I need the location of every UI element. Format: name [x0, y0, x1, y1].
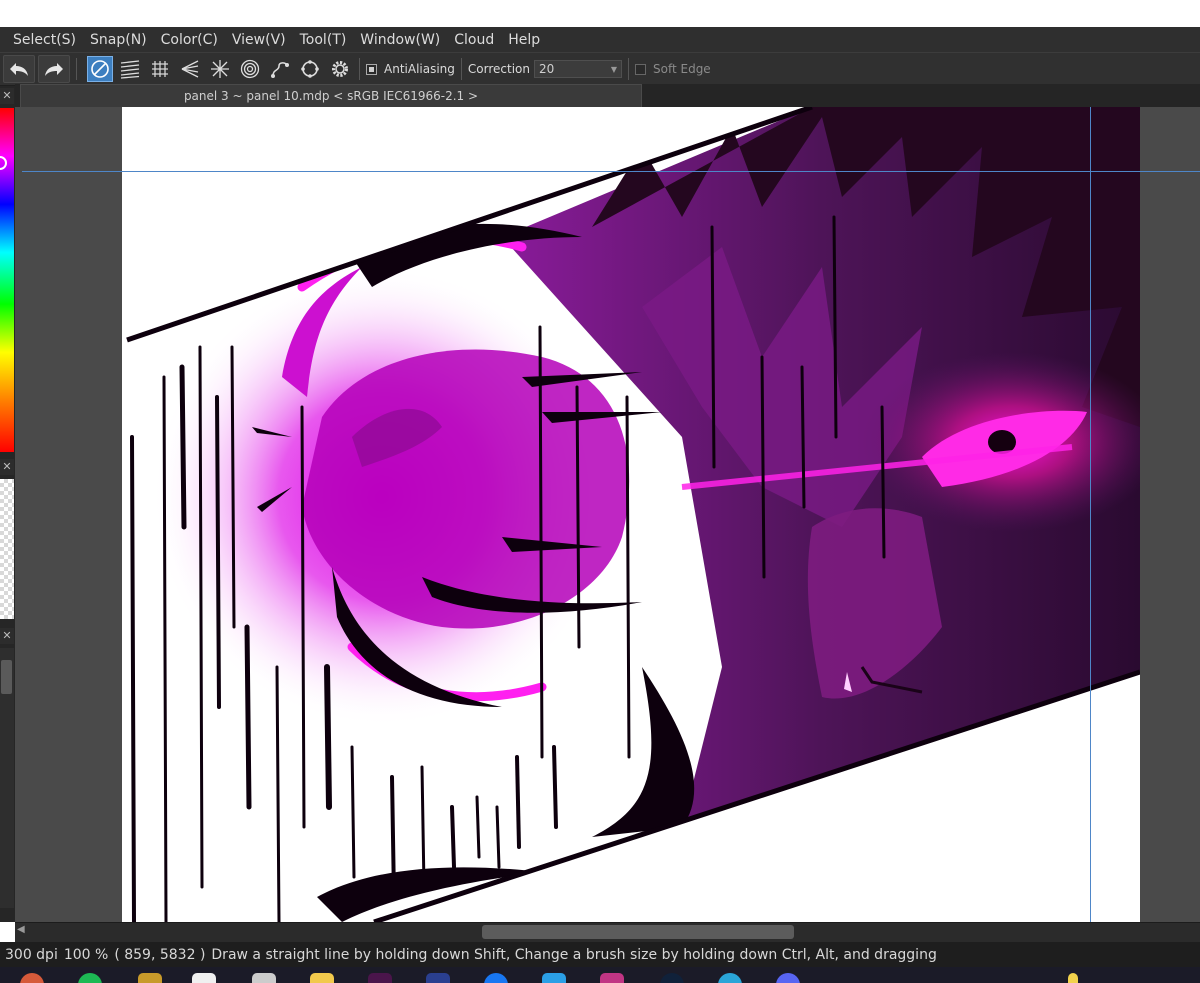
scroll-left-icon[interactable]: ◀ — [17, 924, 25, 935]
circle-button[interactable] — [297, 56, 323, 82]
music-app-icon[interactable] — [78, 973, 102, 983]
toolbar-divider — [76, 58, 77, 80]
radial-lines-button[interactable] — [207, 56, 233, 82]
status-bar: 300 dpi 100 % ( 859, 5832 ) Draw a strai… — [0, 942, 1200, 967]
close-icon[interactable]: ✕ — [0, 459, 14, 475]
settings-icon — [332, 61, 348, 77]
panel-scroll-thumb[interactable] — [1, 660, 12, 694]
vanishing-point-button[interactable] — [177, 56, 203, 82]
layer-thumbnail[interactable] — [0, 479, 14, 619]
menu-help[interactable]: Help — [501, 32, 547, 48]
drawing-canvas[interactable] — [122, 107, 1140, 922]
close-icon[interactable]: ✕ — [0, 88, 14, 104]
undo-icon — [10, 63, 28, 76]
menu-select[interactable]: Select(S) — [0, 32, 83, 48]
notification-icon[interactable] — [1068, 973, 1078, 983]
soft-edge-label: Soft Edge — [653, 62, 711, 76]
toolbar-divider — [359, 58, 360, 80]
vanishing-point-icon — [181, 60, 199, 78]
printer-icon[interactable] — [252, 973, 276, 983]
crosshatch-icon — [152, 61, 168, 77]
close-icon[interactable]: ✕ — [0, 628, 14, 644]
menu-view[interactable]: View(V) — [225, 32, 293, 48]
correction-select[interactable]: 20 ▼ — [534, 60, 622, 78]
concentric-circle-button[interactable] — [237, 56, 263, 82]
menu-window[interactable]: Window(W) — [353, 32, 447, 48]
toolbar-divider — [460, 58, 462, 80]
toolbar-divider — [628, 58, 629, 80]
snap-off-button[interactable] — [87, 56, 113, 82]
horizontal-guide-line[interactable] — [22, 171, 1200, 172]
paint-app-icon[interactable] — [192, 973, 216, 983]
manga-panel-artwork — [126, 107, 1140, 922]
antialiasing-label: AntiAliasing — [384, 62, 455, 76]
crosshatch-button[interactable] — [147, 56, 173, 82]
camera-app-icon[interactable] — [600, 973, 624, 983]
top-margin — [0, 0, 1200, 27]
redo-icon — [45, 63, 63, 76]
editor-icon[interactable] — [426, 973, 450, 983]
curve-button[interactable] — [267, 56, 293, 82]
status-dpi: 300 dpi — [5, 946, 58, 963]
messenger-icon[interactable] — [718, 973, 742, 983]
redo-button[interactable] — [38, 55, 70, 83]
chevron-down-icon: ▼ — [610, 64, 617, 74]
vertical-guide-line[interactable] — [1090, 107, 1091, 922]
folder-icon[interactable] — [310, 973, 334, 983]
chat-app-icon[interactable] — [368, 973, 392, 983]
correction-value: 20 — [539, 62, 555, 76]
menu-color[interactable]: Color(C) — [154, 32, 225, 48]
snap-toolbar: AntiAliasing Correction 20 ▼ Soft Edge — [0, 52, 1200, 86]
status-zoom: 100 % — [63, 946, 109, 963]
parallel-lines-button[interactable] — [117, 56, 143, 82]
horizontal-scroll-thumb[interactable] — [482, 925, 794, 939]
menu-snap[interactable]: Snap(N) — [83, 32, 154, 48]
undo-button[interactable] — [3, 55, 35, 83]
soft-edge-checkbox[interactable] — [635, 63, 646, 75]
discord-icon[interactable] — [776, 973, 800, 983]
document-tab[interactable]: panel 3 ~ panel 10.mdp < sRGB IEC61966-2… — [20, 84, 642, 107]
steam-icon[interactable] — [660, 973, 684, 983]
status-hint: Draw a straight line by holding down Shi… — [211, 946, 937, 963]
social-icon[interactable] — [484, 973, 508, 983]
correction-label: Correction — [467, 62, 530, 76]
concentric-circle-icon — [240, 59, 260, 79]
menu-tool[interactable]: Tool(T) — [293, 32, 354, 48]
os-taskbar — [0, 967, 1200, 983]
circle-icon — [301, 60, 319, 78]
radial-lines-icon — [211, 60, 229, 78]
status-coordinates: ( 859, 5832 ) — [114, 946, 206, 963]
parallel-lines-icon — [120, 60, 140, 79]
window-icon[interactable] — [542, 973, 566, 983]
snap-off-icon — [91, 60, 109, 78]
menu-bar: Select(S) Snap(N) Color(C) View(V) Tool(… — [0, 27, 1200, 52]
antialiasing-checkbox[interactable] — [366, 63, 377, 75]
snap-settings-button[interactable] — [327, 56, 353, 82]
app-icon[interactable] — [138, 973, 162, 983]
curve-icon — [271, 62, 289, 78]
menu-cloud[interactable]: Cloud — [447, 32, 501, 48]
browser-icon[interactable] — [20, 973, 44, 983]
